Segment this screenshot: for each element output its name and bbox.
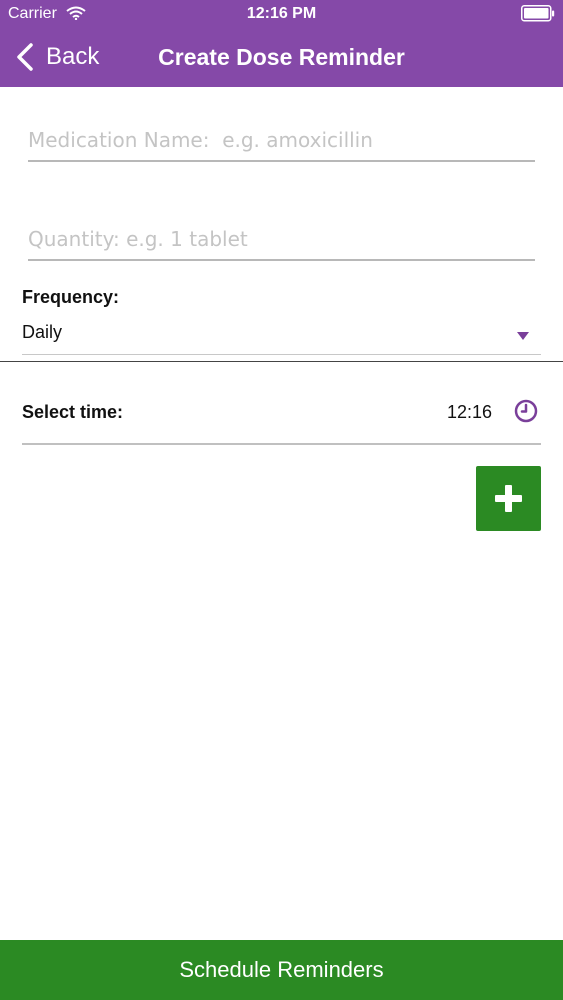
caret-down-icon — [517, 332, 529, 340]
schedule-reminders-button[interactable]: Schedule Reminders — [0, 940, 563, 1000]
medication-name-input[interactable] — [28, 120, 535, 162]
create-dose-reminder-screen: Carrier 12:16 PM Back Create Dose Remind… — [0, 0, 563, 1000]
time-value[interactable]: 12:16 — [447, 401, 492, 423]
select-time-label: Select time: — [22, 402, 124, 422]
frequency-selected-value: Daily — [22, 322, 63, 342]
frequency-label: Frequency: — [22, 287, 120, 307]
clock-icon[interactable] — [514, 399, 538, 423]
battery-icon — [521, 5, 555, 22]
page-title: Create Dose Reminder — [158, 44, 405, 70]
quantity-input[interactable] — [28, 219, 535, 261]
frequency-dropdown[interactable]: Daily — [22, 318, 541, 355]
section-divider — [0, 361, 563, 362]
add-time-button[interactable] — [476, 466, 541, 531]
status-time: 12:16 PM — [246, 5, 317, 22]
top-bar: Carrier 12:16 PM Back Create Dose Remind… — [0, 0, 563, 87]
plus-icon — [495, 485, 522, 512]
time-picker-row: Select time: 12:16 — [22, 395, 541, 445]
